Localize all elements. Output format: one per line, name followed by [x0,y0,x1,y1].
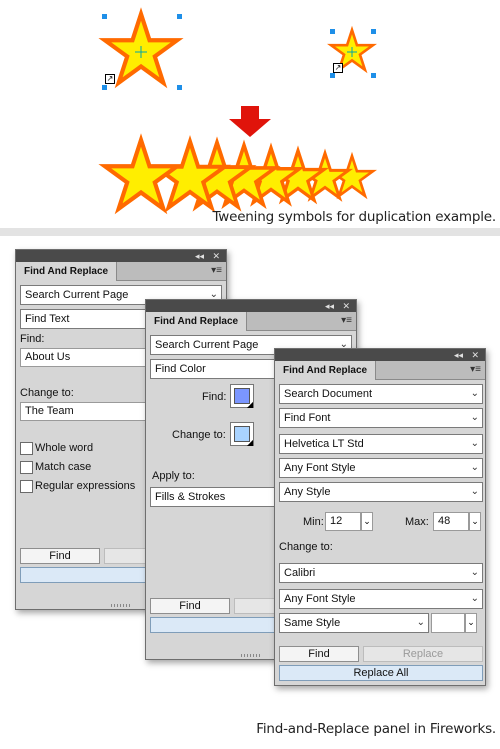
panel-titlebar: ◂◂ ✕ [146,300,356,312]
max-size-input[interactable]: 48 [433,512,469,531]
change-color-label: Change to: [172,429,226,441]
down-arrow-icon [229,106,271,137]
font-select[interactable]: Helvetica LT Std ⌄ [279,434,483,454]
change-color-swatch[interactable]: ◢ [230,422,254,447]
panel-menu-icon[interactable]: ▾≡ [211,265,222,276]
panel-menu-icon[interactable]: ▾≡ [470,364,481,375]
selection-handle[interactable] [371,73,376,78]
collapse-icon[interactable]: ◂◂ [325,300,334,312]
resize-grip[interactable] [241,654,261,657]
chevron-down-icon: ◢ [246,400,253,409]
chevron-down-icon: ⌄ [470,462,479,473]
panel-menu-icon[interactable]: ▾≡ [341,315,352,326]
tab-find-and-replace[interactable]: Find And Replace [275,361,377,380]
chevron-down-icon: ⌄ [416,617,425,628]
find-button[interactable]: Find [279,646,359,662]
close-icon[interactable]: ✕ [212,250,220,262]
close-icon[interactable]: ✕ [471,349,479,361]
min-size-dropdown[interactable]: ⌄ [361,512,373,531]
chevron-down-icon: ⌄ [471,516,479,526]
chevron-down-icon: ⌄ [470,412,479,423]
replace-all-button[interactable]: Replace All [279,665,483,681]
change-size-dropdown[interactable]: ⌄ [465,613,477,633]
symbol-link-icon: ↗ [105,74,115,84]
selection-handle[interactable] [330,29,335,34]
large-star-symbol[interactable] [105,14,177,83]
max-size-label: Max: [405,516,429,528]
selection-handle[interactable] [177,14,182,19]
panel-titlebar: ◂◂ ✕ [275,349,485,361]
selection-handle[interactable] [102,85,107,90]
tween-figure: ↗ ↗ Tweening symbols for duplication exa… [0,0,500,228]
tab-find-and-replace[interactable]: Find And Replace [146,312,248,331]
chevron-down-icon: ⌄ [470,593,479,604]
chevron-down-icon: ⌄ [470,486,479,497]
replace-button[interactable]: Replace [363,646,483,662]
chevron-down-icon: ⌄ [363,516,371,526]
change-size-input[interactable] [431,613,465,633]
search-scope-select[interactable]: Search Document ⌄ [279,384,483,404]
max-size-dropdown[interactable]: ⌄ [469,512,481,531]
selection-handle[interactable] [330,73,335,78]
match-case-label: Match case [35,461,92,473]
tween-illustration [0,0,500,228]
panel-tabbar: Find And Replace ▾≡ [16,262,226,281]
resize-grip[interactable] [111,604,131,607]
panels-figure: ◂◂ ✕ Find And Replace ▾≡ Search Current … [0,236,500,749]
chevron-down-icon: ⌄ [470,438,479,449]
find-type-select[interactable]: Find Font ⌄ [279,408,483,428]
change-font-style-select[interactable]: Any Font Style ⌄ [279,589,483,609]
figure-caption: Find-and-Replace panel in Fireworks. [256,721,496,737]
panel-tabbar: Find And Replace ▾≡ [146,312,356,331]
collapse-icon[interactable]: ◂◂ [454,349,463,361]
whole-word-checkbox[interactable] [20,442,33,455]
find-color-swatch[interactable]: ◢ [230,384,254,409]
match-case-checkbox[interactable] [20,461,33,474]
panel-titlebar: ◂◂ ✕ [16,250,226,262]
whole-word-label: Whole word [35,442,94,454]
style-select[interactable]: Any Style ⌄ [279,482,483,502]
selection-handle[interactable] [177,85,182,90]
regex-checkbox[interactable] [20,480,33,493]
find-label: Find: [20,333,45,345]
apply-to-label: Apply to: [152,470,195,482]
figure-caption: Tweening symbols for duplication example… [212,209,496,225]
font-style-select[interactable]: Any Font Style ⌄ [279,458,483,478]
chevron-down-icon: ⌄ [470,567,479,578]
find-button[interactable]: Find [150,598,230,614]
selection-handle[interactable] [371,29,376,34]
chevron-down-icon: ⌄ [470,388,479,399]
selection-handle[interactable] [102,14,107,19]
change-style-select[interactable]: Same Style ⌄ [279,613,429,633]
find-color-label: Find: [202,391,227,403]
find-button[interactable]: Find [20,548,100,564]
regex-label: Regular expressions [35,480,136,492]
min-size-input[interactable]: 12 [325,512,361,531]
find-font-panel: ◂◂ ✕ Find And Replace ▾≡ Search Document… [274,348,486,686]
chevron-down-icon: ◢ [246,438,253,447]
change-font-select[interactable]: Calibri ⌄ [279,563,483,583]
close-icon[interactable]: ✕ [342,300,350,312]
change-to-label: Change to: [20,387,74,399]
change-to-label: Change to: [279,541,333,553]
panel-tabbar: Find And Replace ▾≡ [275,361,485,380]
collapse-icon[interactable]: ◂◂ [195,250,204,262]
tab-find-and-replace[interactable]: Find And Replace [16,262,118,281]
chevron-down-icon: ⌄ [467,617,475,627]
symbol-link-icon: ↗ [333,63,343,73]
min-size-label: Min: [303,516,324,528]
tweened-stars-row [105,140,373,209]
